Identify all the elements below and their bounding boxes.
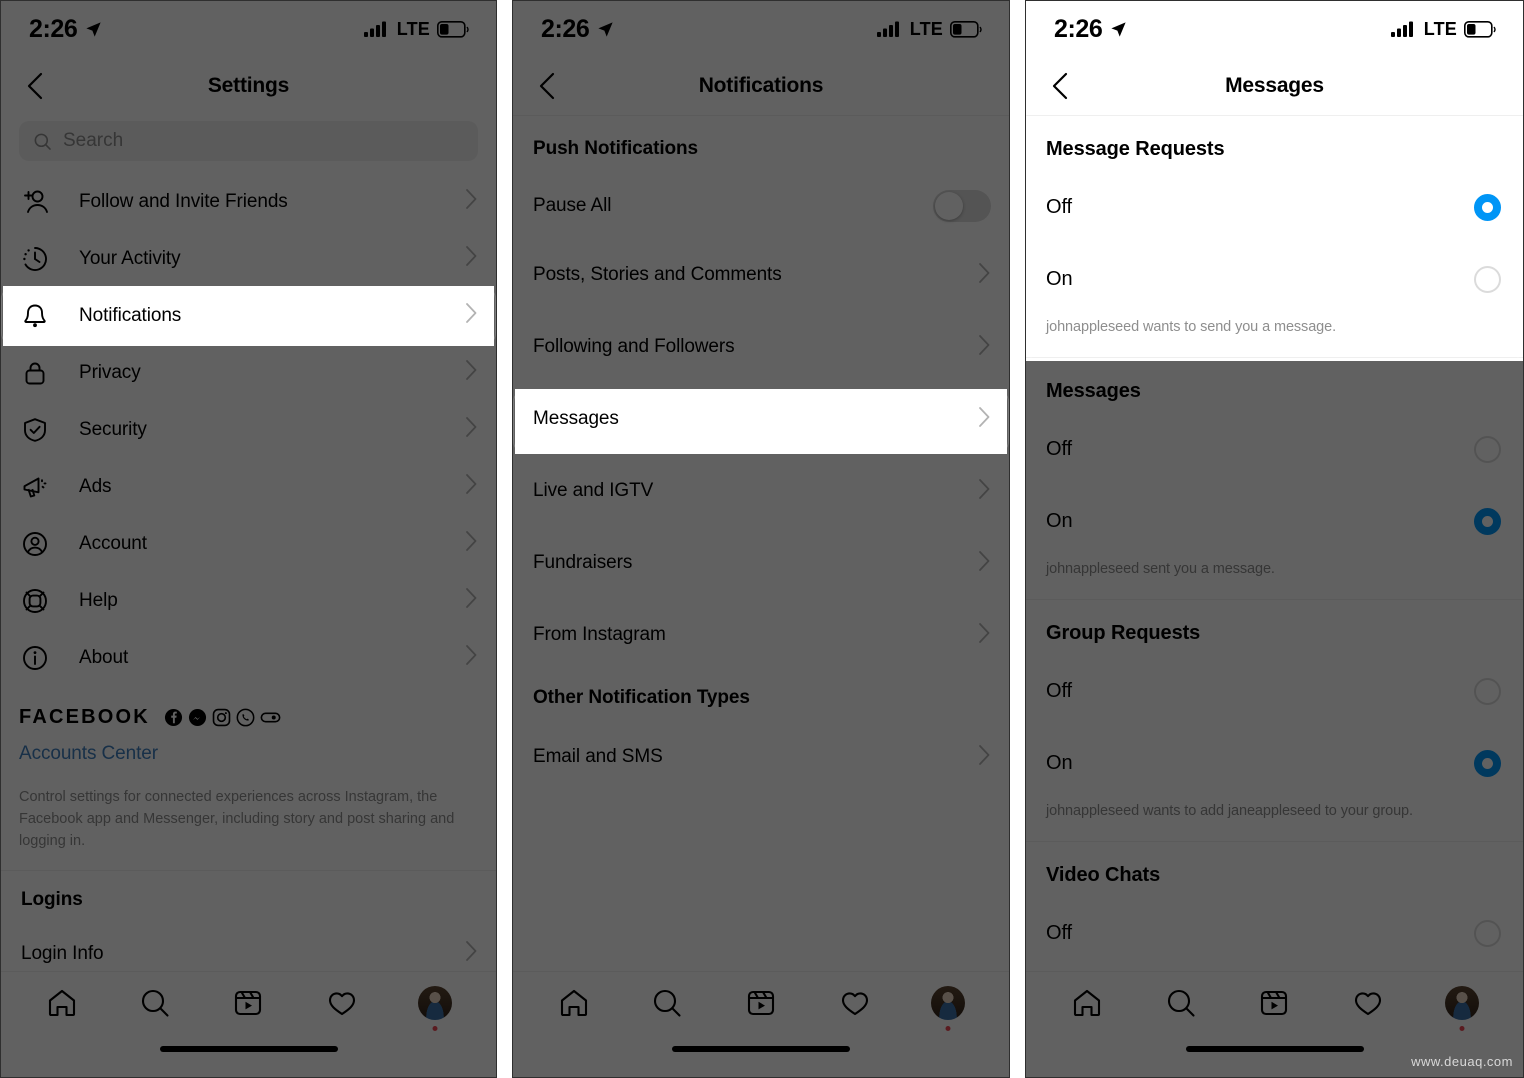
radio-button-selected[interactable] [1474,193,1501,221]
chevron-left-icon [1052,72,1068,100]
three-panel-screenshot: 2:26 LTE [0,0,1524,1078]
battery-icon [1464,20,1496,38]
dim-overlay-top [1,1,496,286]
phone-screen-messages: 2:26 LTE Messages Message Requests Off O… [1025,0,1524,1078]
bell-icon [19,300,51,332]
caption-message-requests: johnappleseed wants to send you a messag… [1046,319,1337,335]
radio-label: Off [1046,195,1073,218]
chevron-right-icon [465,302,478,329]
page-title: Messages [1225,74,1324,97]
dim-overlay-left [1,286,3,346]
radio-button[interactable] [1474,265,1501,293]
cellular-signal-icon [1390,21,1413,37]
watermark: www.deuaq.com [1411,1054,1513,1069]
location-arrow-icon [1111,21,1127,37]
dim-overlay-bottom [1,346,496,1077]
status-bar-right: LTE [1390,18,1497,40]
status-bar-time: 2:26 [1054,14,1103,43]
dim-overlay-right [1007,389,1009,454]
dim-overlay-top [513,1,1009,389]
network-type-label: LTE [1423,18,1457,39]
radio-row-message-requests-off[interactable]: Off [1026,171,1523,243]
notification-row-label: Messages [533,408,619,429]
messages-nav-bar: Messages [1026,57,1523,116]
dim-overlay-right [494,286,496,346]
phone-screen-notifications: 2:26 LTE [512,0,1010,1078]
dim-overlay-bottom [1026,361,1523,1077]
back-button[interactable] [1044,69,1078,103]
status-bar: 2:26 LTE [1026,1,1523,57]
settings-row-label: Notifications [79,304,182,326]
phone-screen-settings: 2:26 LTE [0,0,497,1078]
section-header-message-requests: Message Requests [1046,138,1225,160]
dim-overlay-bottom [513,454,1009,1077]
radio-label: On [1046,267,1073,290]
settings-row-notifications[interactable]: Notifications [1,287,496,344]
chevron-right-icon [978,406,991,433]
notification-row-messages[interactable]: Messages [513,383,1009,455]
dim-overlay-left [513,389,515,454]
radio-row-message-requests-on[interactable]: On [1026,243,1523,315]
status-bar-left: 2:26 [1054,15,1128,44]
